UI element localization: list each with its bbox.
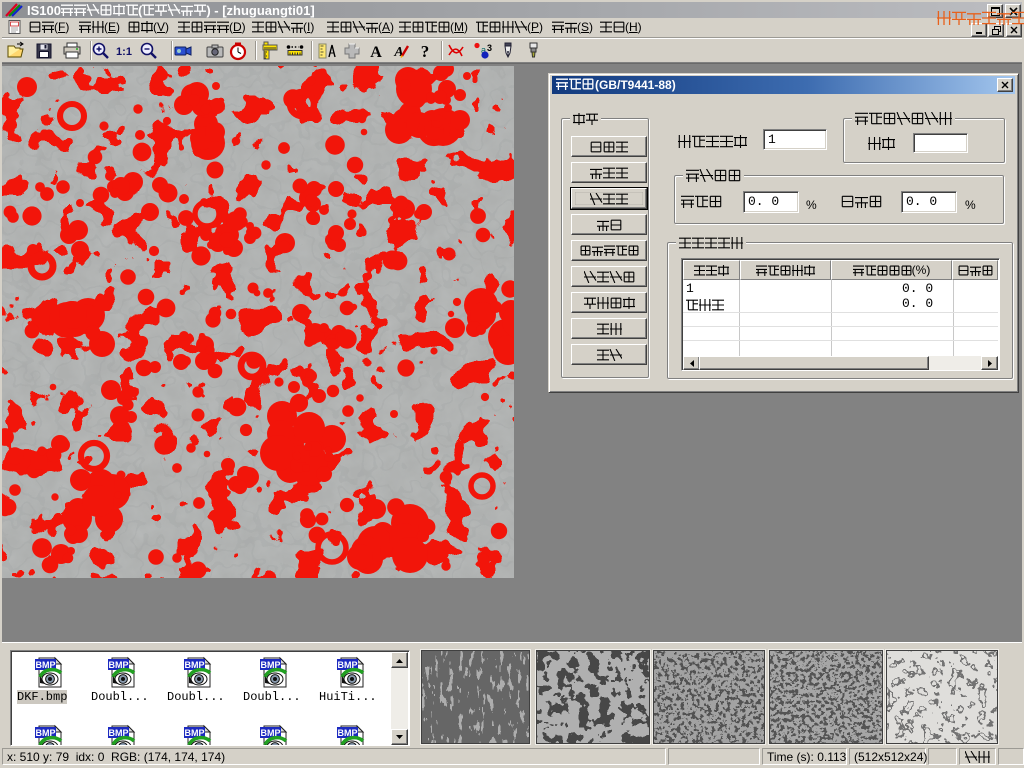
svg-text:3: 3 (487, 43, 492, 53)
svg-text:?: ? (421, 42, 430, 61)
svg-text:A: A (393, 45, 403, 60)
svg-text:A: A (370, 44, 382, 61)
svg-text:1:1: 1:1 (116, 46, 132, 58)
